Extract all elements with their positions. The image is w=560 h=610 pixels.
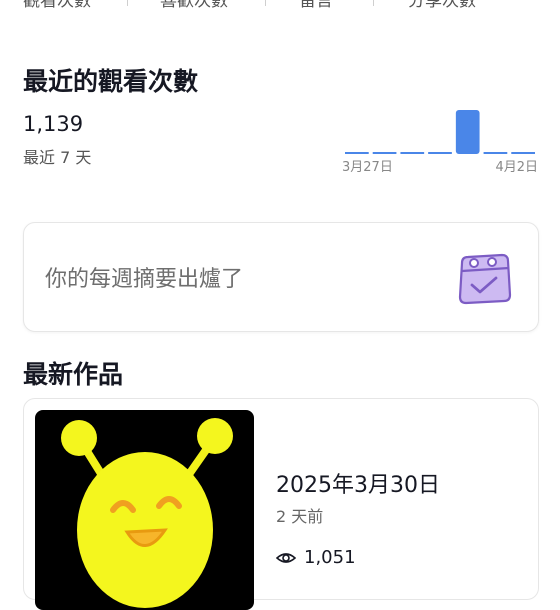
video-thumbnail[interactable] <box>35 410 254 610</box>
chart-bar <box>511 152 535 154</box>
stat-label-likes[interactable]: 喜歡次數 <box>160 0 228 16</box>
chart-bar <box>455 110 480 154</box>
stat-label-comments[interactable]: 留言 <box>299 0 333 16</box>
work-views: 1,051 <box>276 547 356 568</box>
work-time-ago: 2 天前 <box>276 507 324 526</box>
chart-bar <box>483 152 508 154</box>
weekly-digest-card[interactable]: 你的每週摘要出爐了 <box>23 222 539 332</box>
recent-views-period: 最近 7 天 <box>23 148 92 167</box>
recent-views-title: 最近的觀看次數 <box>23 67 199 96</box>
work-views-count: 1,051 <box>304 547 356 568</box>
chart-x-tick-end: 4月2日 <box>495 160 538 175</box>
calendar-check-icon <box>458 253 512 305</box>
chart-bar <box>428 152 452 154</box>
weekly-digest-text: 你的每週摘要出爐了 <box>45 267 244 292</box>
work-date: 2025年3月30日 <box>276 473 440 498</box>
cartoon-creature-image <box>61 418 233 608</box>
latest-works-title: 最新作品 <box>23 360 124 389</box>
recent-views-chart[interactable]: 3月27日 4月2日 <box>340 100 540 180</box>
latest-work-card[interactable]: 2025年3月30日 2 天前 1,051 <box>23 398 539 610</box>
stats-header: 觀看次數 喜歡次數 留言 分享次數 <box>0 0 560 16</box>
eye-icon <box>276 552 296 563</box>
chart-bar <box>345 152 369 154</box>
chart-bar <box>400 152 425 154</box>
chart-x-tick-start: 3月27日 <box>342 160 393 175</box>
divider <box>265 0 266 6</box>
divider <box>373 0 374 6</box>
chart-bar <box>372 152 397 154</box>
recent-views-count: 1,139 <box>23 112 84 136</box>
divider <box>127 0 128 6</box>
stat-label-views[interactable]: 觀看次數 <box>23 0 91 16</box>
stat-label-shares[interactable]: 分享次數 <box>408 0 476 16</box>
